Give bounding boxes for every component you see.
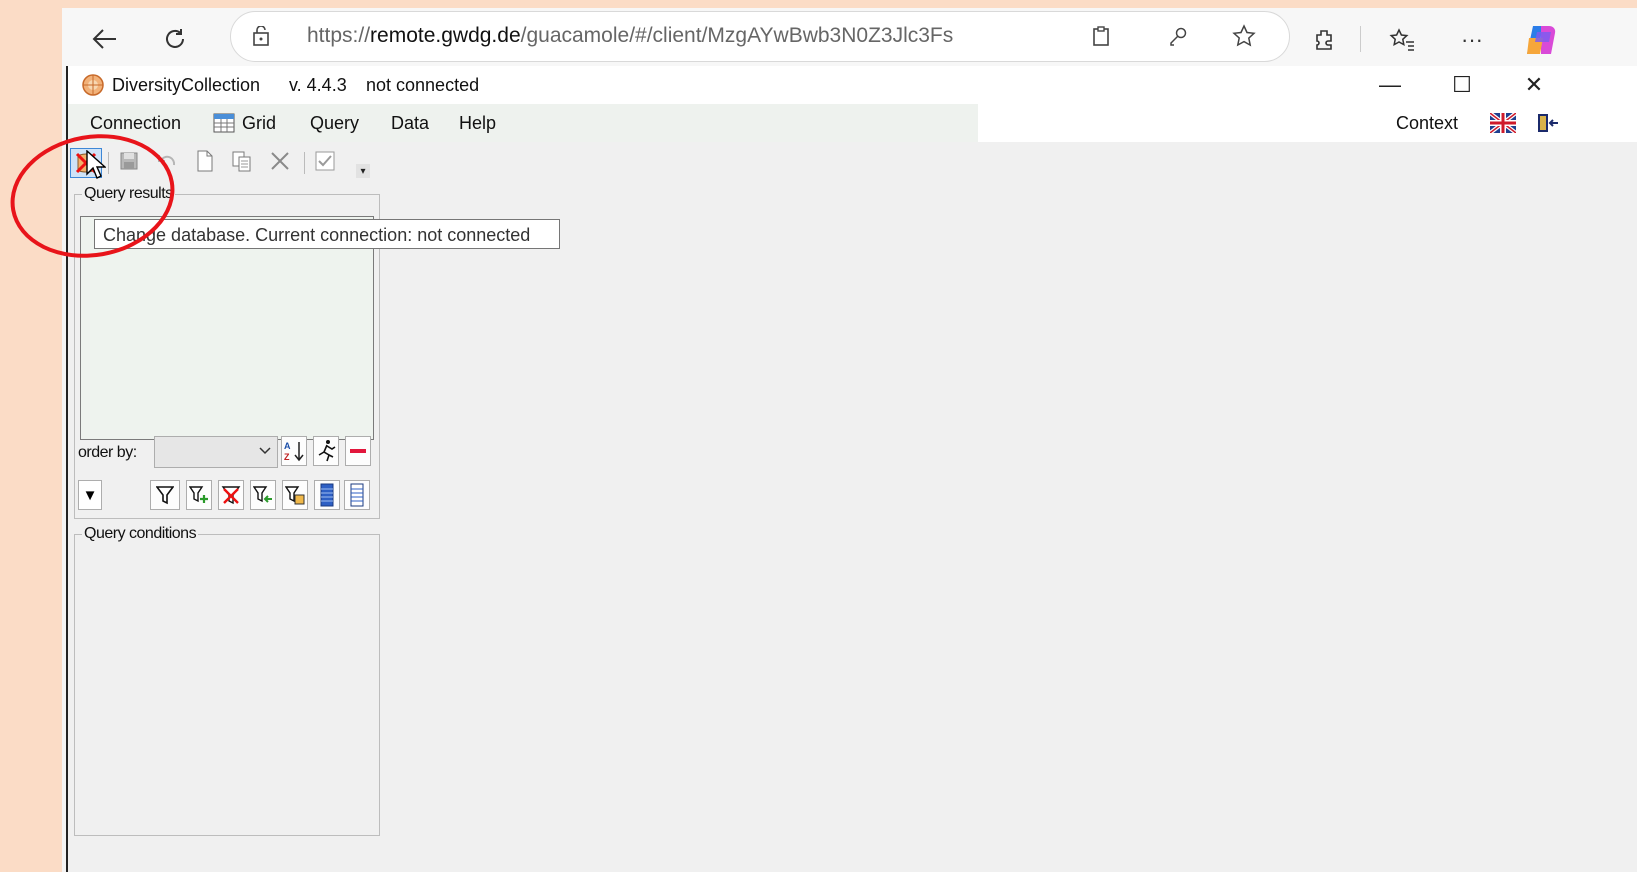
minus-icon [350,449,366,453]
site-info-icon[interactable] [249,24,273,48]
menu-bar: Connection Grid Query Data Help [68,104,978,142]
menu-grid[interactable]: Grid [242,113,276,134]
collapse-button[interactable]: ▼ [78,480,102,510]
password-icon[interactable] [1166,24,1190,48]
connection-status: not connected [366,75,480,95]
menu-context[interactable]: Context [1396,113,1458,134]
filter-icon [156,486,174,505]
menu-bar-right: Context [978,104,1637,142]
favorite-star-icon[interactable] [1231,23,1257,49]
grid-icon[interactable] [212,112,236,134]
query-conditions-group [74,534,380,836]
list-outline-button[interactable] [344,480,370,510]
extensions-icon[interactable] [1309,25,1339,55]
delete-icon[interactable] [266,148,294,174]
more-icon[interactable]: ··· [1457,25,1487,55]
browser-window: https://remote.gwdg.de/guacamole/#/clien… [62,8,1637,872]
toolbar-divider [1360,26,1361,52]
list-blue-icon [320,483,334,507]
filter-database-button[interactable] [282,480,308,510]
title-bar: DiversityCollection v. 4.4.3 not connect… [68,66,1637,104]
remove-button[interactable] [345,436,371,466]
back-icon[interactable] [86,20,124,58]
running-man-icon [318,440,336,462]
url-path: /guacamole/#/client/MzgAYwBwb3N0Z3Jlc3Fs [520,24,954,47]
run-query-button[interactable] [313,436,339,466]
uk-flag-icon[interactable] [1490,113,1516,133]
app-version: v. 4.4.3 [289,75,347,95]
chevron-down-icon [257,441,273,464]
menu-data[interactable]: Data [391,113,429,134]
order-by-label: order by: [78,444,137,461]
toolbar-separator-2 [304,152,305,174]
add-filter-icon [189,486,208,503]
menu-query[interactable]: Query [310,113,359,134]
change-database-tooltip: Change database. Current connection: not… [94,219,560,249]
copy-icon[interactable] [228,148,256,174]
new-document-icon[interactable] [192,148,218,174]
close-button[interactable]: ✕ [1498,66,1570,104]
order-by-select[interactable] [154,436,278,468]
remove-filter-button[interactable] [218,480,244,510]
address-bar[interactable]: https://remote.gwdg.de/guacamole/#/clien… [230,11,1290,62]
url-prefix: https:// [307,24,371,47]
favorites-icon[interactable] [1387,25,1417,55]
browser-toolbar: https://remote.gwdg.de/guacamole/#/clien… [62,8,1637,70]
sort-az-button[interactable]: AZ [281,436,307,466]
menu-help[interactable]: Help [459,113,496,134]
svg-text:A: A [284,441,291,451]
list-view-button[interactable] [314,480,340,510]
maximize-button[interactable]: ☐ [1426,66,1498,104]
menu-connection[interactable]: Connection [90,113,181,134]
exit-icon[interactable] [1534,112,1560,134]
copilot-icon[interactable] [1520,20,1560,60]
filter-button[interactable] [150,480,180,510]
minimize-button[interactable]: — [1354,66,1426,104]
query-conditions-title: Query conditions [82,525,199,543]
filter-back-button[interactable] [250,480,276,510]
application-window: DiversityCollection v. 4.4.3 not connect… [66,66,1637,872]
app-name: DiversityCollection [112,75,261,95]
toolbar-overflow-icon[interactable]: ▾ [356,164,370,178]
refresh-icon[interactable] [156,20,194,58]
add-filter-button[interactable] [186,480,212,510]
filter-database-icon [285,486,305,505]
check-icon[interactable] [312,148,338,174]
filter-back-icon [253,486,272,503]
url-text[interactable]: https://remote.gwdg.de/guacamole/#/clien… [307,24,953,48]
list-outline-icon [350,483,364,507]
sort-az-icon: AZ [284,441,304,462]
svg-text:Z: Z [284,452,290,462]
remove-filter-icon [221,486,241,505]
mouse-cursor-icon [86,149,107,185]
reader-mode-icon[interactable] [1089,24,1113,48]
url-domain: remote.gwdg.de [370,24,521,47]
app-logo-icon [80,72,106,98]
